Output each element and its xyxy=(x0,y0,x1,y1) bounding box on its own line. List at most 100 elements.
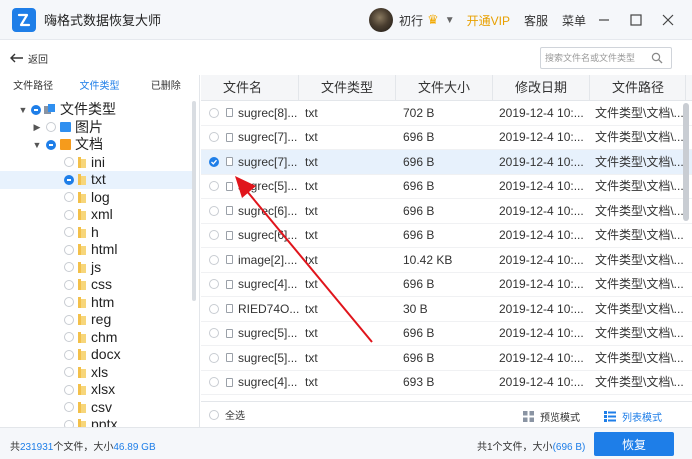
row-checkbox[interactable] xyxy=(209,328,219,339)
row-checkbox-checked[interactable] xyxy=(209,156,219,167)
column-header-name[interactable]: 文件名 xyxy=(201,75,299,101)
file-size: 693 B xyxy=(403,375,435,390)
list-mode-button[interactable]: 列表模式 xyxy=(604,409,662,424)
tree-node-type[interactable]: js xyxy=(0,259,196,277)
row-checkbox[interactable] xyxy=(209,107,219,118)
column-header-size[interactable]: 文件大小 xyxy=(396,75,493,101)
tree-node-type[interactable]: xlsx xyxy=(0,381,196,399)
column-header-type[interactable]: 文件类型 xyxy=(299,75,396,101)
tree-checkbox[interactable] xyxy=(64,384,74,395)
tree-node-type[interactable]: log xyxy=(0,189,196,207)
tree-node-image[interactable]: ▶ 图片 xyxy=(0,119,196,137)
select-all-radio[interactable] xyxy=(209,409,219,420)
tree-node-type[interactable]: chm xyxy=(0,329,196,347)
table-row-selected[interactable]: sugrec[7]... txt 696 B 2019-12-4 10:... … xyxy=(201,150,692,175)
table-row[interactable]: sugrec[6]... txt 696 B 2019-12-4 10:... … xyxy=(201,224,692,248)
row-checkbox[interactable] xyxy=(209,352,219,363)
preview-mode-button[interactable]: 预览模式 xyxy=(523,409,580,424)
table-row[interactable]: RIED74O... txt 30 B 2019-12-4 10:... 文件类… xyxy=(201,297,692,322)
row-checkbox[interactable] xyxy=(209,205,219,216)
file-size: 30 B xyxy=(403,301,428,316)
table-row[interactable]: image[2].... txt 10.42 KB 2019-12-4 10:.… xyxy=(201,248,692,273)
tree-checkbox[interactable] xyxy=(64,244,74,255)
toolbar: 返回 xyxy=(0,41,692,75)
column-header-path[interactable]: 文件路径 xyxy=(590,75,686,101)
table-row[interactable]: sugrec[6]... txt 696 B 2019-12-4 10:... … xyxy=(201,199,692,224)
search-input[interactable] xyxy=(545,49,651,67)
tree-checkbox[interactable] xyxy=(64,279,74,290)
tree-node-root[interactable]: ▼ 文件类型 xyxy=(0,101,196,119)
row-checkbox[interactable] xyxy=(209,230,219,241)
tree-checkbox[interactable] xyxy=(31,104,41,115)
table-row[interactable]: sugrec[7]... txt 696 B 2019-12-4 10:... … xyxy=(201,126,692,150)
tab-file-type[interactable]: 文件类型 xyxy=(66,75,132,99)
tree-checkbox[interactable] xyxy=(64,349,74,360)
search-icon[interactable] xyxy=(651,52,663,64)
tree-checkbox[interactable] xyxy=(64,192,74,203)
tree-checkbox[interactable] xyxy=(64,314,74,325)
tree-checkbox[interactable] xyxy=(64,297,74,308)
expand-arrow-icon[interactable]: ▶ xyxy=(32,122,42,133)
tree-node-type[interactable]: ini xyxy=(0,154,196,172)
table-scrollbar-thumb[interactable] xyxy=(683,103,689,221)
open-vip-link[interactable]: 开通VIP xyxy=(467,12,510,29)
table-row[interactable]: sugrec[8]... txt 702 B 2019-12-4 10:... … xyxy=(201,101,692,126)
tree-node-type[interactable]: html xyxy=(0,241,196,259)
select-all-label: 全选 xyxy=(225,411,245,422)
tree-node-type[interactable]: xml xyxy=(0,206,196,224)
menu-link[interactable]: 菜单 xyxy=(562,12,586,29)
row-checkbox[interactable] xyxy=(209,181,219,192)
row-checkbox[interactable] xyxy=(209,132,219,143)
tree-node-type[interactable]: csv xyxy=(0,399,196,417)
tree-node-document[interactable]: ▼ 文档 xyxy=(0,136,196,154)
tree-checkbox[interactable] xyxy=(64,332,74,343)
chevron-down-icon[interactable]: ▼ xyxy=(445,15,455,26)
tab-file-path[interactable]: 文件路径 xyxy=(0,75,66,99)
tree-checkbox[interactable] xyxy=(46,122,56,133)
tree-checkbox[interactable] xyxy=(64,419,74,427)
table-row[interactable]: sugrec[4]... txt 693 B 2019-12-4 10:... … xyxy=(201,371,692,395)
tree-checkbox[interactable] xyxy=(64,157,74,168)
table-row[interactable]: sugrec[5]... txt 696 B 2019-12-4 10:... … xyxy=(201,346,692,371)
table-scrollbar[interactable] xyxy=(683,75,689,401)
tree-checkbox[interactable] xyxy=(64,262,74,273)
tree-checkbox[interactable] xyxy=(64,227,74,238)
table-row[interactable]: sugrec[5]... txt 696 B 2019-12-4 10:... … xyxy=(201,175,692,199)
tree-node-type[interactable]: css xyxy=(0,276,196,294)
tree-node-type[interactable]: pptx xyxy=(0,416,196,427)
username[interactable]: 初行 xyxy=(399,12,423,29)
column-header-date[interactable]: 修改日期 xyxy=(493,75,590,101)
tree-node-type[interactable]: h xyxy=(0,224,196,242)
left-scrollbar[interactable] xyxy=(192,101,196,301)
close-button[interactable] xyxy=(654,0,682,40)
row-checkbox[interactable] xyxy=(209,279,219,290)
table-row[interactable]: sugrec[4]... txt 696 B 2019-12-4 10:... … xyxy=(201,273,692,297)
expand-arrow-icon[interactable]: ▼ xyxy=(18,105,28,115)
recover-button[interactable]: 恢复 xyxy=(594,432,674,456)
tree-node-type[interactable]: xls xyxy=(0,364,196,382)
maximize-button[interactable] xyxy=(622,0,650,40)
minimize-button[interactable] xyxy=(590,0,618,40)
row-checkbox[interactable] xyxy=(209,254,219,265)
tree-node-type-selected[interactable]: txt xyxy=(0,171,196,189)
expand-arrow-icon[interactable]: ▼ xyxy=(32,140,42,150)
tree-checkbox[interactable] xyxy=(64,209,74,220)
tree-node-type[interactable]: docx xyxy=(0,346,196,364)
file-date: 2019-12-4 10:... xyxy=(499,130,584,145)
avatar[interactable] xyxy=(369,8,394,32)
back-button[interactable]: 返回 xyxy=(10,51,48,66)
table-row[interactable]: sugrec[5]... txt 696 B 2019-12-4 10:... … xyxy=(201,322,692,346)
tree-node-type[interactable]: htm xyxy=(0,294,196,312)
tree-checkbox[interactable] xyxy=(64,402,74,413)
tab-deleted[interactable]: 已删除 xyxy=(133,75,199,99)
tree-checkbox[interactable] xyxy=(64,367,74,378)
tree-checkbox[interactable] xyxy=(46,139,56,150)
select-all-checkbox[interactable]: 全选 xyxy=(209,407,245,422)
row-checkbox[interactable] xyxy=(209,303,219,314)
row-checkbox[interactable] xyxy=(209,377,219,388)
customer-service-link[interactable]: 客服 xyxy=(524,12,548,29)
folder-icon xyxy=(78,314,87,326)
tree-checkbox[interactable] xyxy=(64,174,74,185)
back-label: 返回 xyxy=(28,54,48,66)
tree-node-type[interactable]: reg xyxy=(0,311,196,329)
